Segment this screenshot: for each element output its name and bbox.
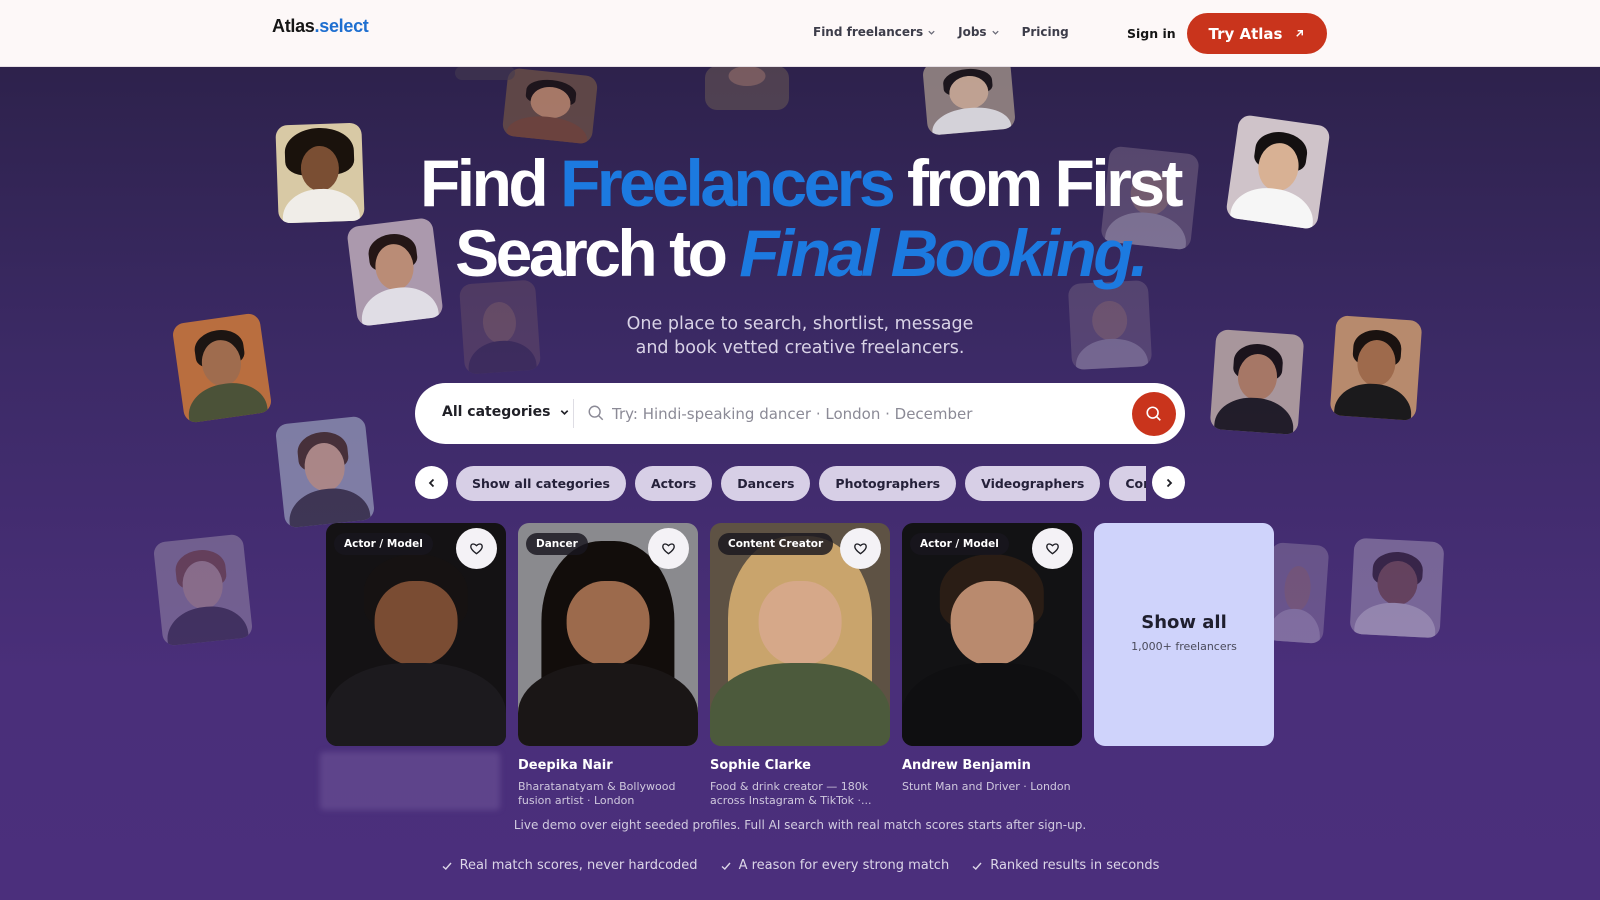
freelancer-category-tag: Content Creator	[718, 533, 834, 555]
feature-item: Real match scores, never hardcoded	[441, 858, 698, 873]
chevron-down-icon	[991, 30, 999, 35]
chip-dancers[interactable]: Dancers	[721, 466, 811, 501]
chips-scroll-right-button[interactable]	[1152, 466, 1185, 499]
nav-pricing[interactable]: Pricing	[1022, 25, 1069, 39]
chip-photographers[interactable]: Photographers	[819, 466, 957, 501]
freelancer-photo: Actor / Model	[902, 523, 1082, 746]
avatar-photo	[922, 56, 1016, 136]
hero-title-line2-part1: Search to	[455, 216, 740, 290]
chip-content-creators[interactable]: Content Creators	[1109, 466, 1146, 501]
hero-heading: Find Freelancers from First Search to Fi…	[0, 148, 1600, 288]
hero-subtitle-line-1: One place to search, shortlist, message	[626, 314, 974, 334]
nav-pricing-label: Pricing	[1021, 25, 1069, 39]
sign-in-link[interactable]: Sign in	[1127, 26, 1176, 41]
search-icon	[588, 405, 604, 421]
favorite-button[interactable]	[456, 528, 497, 569]
freelancer-card[interactable]: Actor / Model Andrew Benjamin Stunt Man …	[902, 523, 1082, 794]
chip-videographers[interactable]: Videographers	[965, 466, 1101, 501]
freelancer-photo: Actor / Model	[326, 523, 506, 746]
freelancer-photo: Dancer	[518, 523, 698, 746]
search-icon	[1146, 406, 1161, 421]
search-submit-button[interactable]	[1132, 392, 1176, 436]
freelancer-description: Bharatanatyam & Bollywood fusion artist …	[518, 780, 676, 807]
feature-item: A reason for every strong match	[720, 858, 950, 873]
chevron-down-icon	[561, 409, 569, 415]
atlas-logo[interactable]: Atlas.select	[272, 16, 369, 37]
avatar-photo	[455, 66, 515, 80]
heart-icon	[1046, 543, 1059, 555]
chip-actors[interactable]: Actors	[634, 466, 713, 501]
feature-label: Real match scores, never hardcoded	[459, 858, 698, 873]
avatar-photo	[705, 66, 789, 110]
favorite-button[interactable]	[648, 528, 689, 569]
freelancer-card[interactable]: Actor / Model	[326, 523, 506, 758]
chevron-left-icon	[428, 478, 434, 487]
hero-title-line2-highlight: Final Booking.	[739, 216, 1148, 290]
hero-title-highlight: Freelancers	[560, 146, 896, 220]
freelancer-photo: Content Creator	[710, 523, 890, 746]
check-icon	[972, 862, 982, 870]
hero-title-part1: Find	[419, 146, 561, 220]
avatar-photo	[1349, 537, 1445, 639]
nav-jobs-label: Jobs	[958, 25, 987, 39]
show-all-subtitle: 1,000+ freelancers	[1131, 640, 1237, 653]
avatar-photo	[1264, 542, 1330, 644]
heart-icon	[662, 543, 675, 555]
search-input[interactable]	[612, 395, 1102, 432]
feature-list: Real match scores, never hardcoded A rea…	[0, 858, 1600, 873]
try-atlas-label: Try Atlas	[1208, 24, 1283, 43]
hero-title-part2: from First	[892, 146, 1184, 220]
nav-jobs[interactable]: Jobs	[958, 25, 999, 39]
search-divider	[573, 399, 574, 428]
freelancer-description: Food & drink creator — 180k across Insta…	[710, 780, 872, 807]
freelancer-category-tag: Dancer	[526, 533, 588, 555]
heart-icon	[470, 543, 483, 555]
avatar-photo	[501, 67, 599, 145]
nav-find-freelancers[interactable]: Find freelancers	[813, 25, 936, 39]
chevron-right-icon	[1166, 478, 1172, 487]
check-icon	[442, 862, 452, 870]
favorite-button[interactable]	[1032, 528, 1073, 569]
avatar-photo	[274, 415, 376, 529]
main-nav: Find freelancers Jobs Pricing	[813, 25, 1069, 39]
chevron-down-icon	[928, 30, 935, 35]
avatar-photo	[152, 533, 254, 647]
freelancer-category-tag: Actor / Model	[334, 533, 433, 555]
blurred-profile-info	[320, 752, 500, 810]
hero-subtitle-line-2: and book vetted creative freelancers.	[635, 338, 965, 358]
demo-note: Live demo over eight seeded profiles. Fu…	[513, 818, 1087, 832]
freelancer-category-tag: Actor / Model	[910, 533, 1009, 555]
freelancer-name: Sophie Clarke	[710, 758, 811, 773]
hero-subtitle: One place to search, shortlist, message …	[0, 312, 1600, 360]
freelancer-description: Stunt Man and Driver · London	[902, 780, 1071, 793]
search-bar: All categories	[415, 383, 1185, 444]
favorite-button[interactable]	[840, 528, 881, 569]
category-dropdown[interactable]: All categories	[442, 404, 570, 420]
category-dropdown-label: All categories	[442, 404, 551, 420]
feature-label: Ranked results in seconds	[990, 858, 1160, 873]
freelancer-card[interactable]: Content Creator Sophie Clarke Food & dri…	[710, 523, 890, 807]
hero-heading-line-1: Find Freelancers from First	[0, 148, 1600, 218]
chips-scroll-left-button[interactable]	[415, 466, 448, 499]
show-all-title: Show all	[1141, 612, 1227, 633]
check-icon	[721, 862, 731, 870]
hero-heading-line-2: Search to Final Booking.	[0, 218, 1600, 288]
logo-accent: .select	[314, 16, 369, 36]
top-navbar: Atlas.select Find freelancers Jobs Prici…	[0, 0, 1600, 67]
heart-icon	[854, 543, 867, 555]
nav-find-freelancers-label: Find freelancers	[813, 25, 924, 39]
try-atlas-button[interactable]: Try Atlas	[1187, 13, 1327, 54]
freelancer-name: Deepika Nair	[518, 758, 613, 773]
freelancer-card[interactable]: Dancer Deepika Nair Bharatanatyam & Boll…	[518, 523, 698, 807]
feature-item: Ranked results in seconds	[971, 858, 1159, 873]
logo-main: Atlas	[272, 16, 315, 36]
feature-label: A reason for every strong match	[738, 858, 950, 873]
category-chips: Show all categories Actors Dancers Photo…	[456, 466, 1146, 501]
show-all-card[interactable]: Show all 1,000+ freelancers	[1094, 523, 1274, 746]
chip-show-all-categories[interactable]: Show all categories	[456, 466, 626, 501]
arrow-up-right-icon	[1296, 30, 1304, 37]
freelancer-name: Andrew Benjamin	[902, 758, 1031, 773]
